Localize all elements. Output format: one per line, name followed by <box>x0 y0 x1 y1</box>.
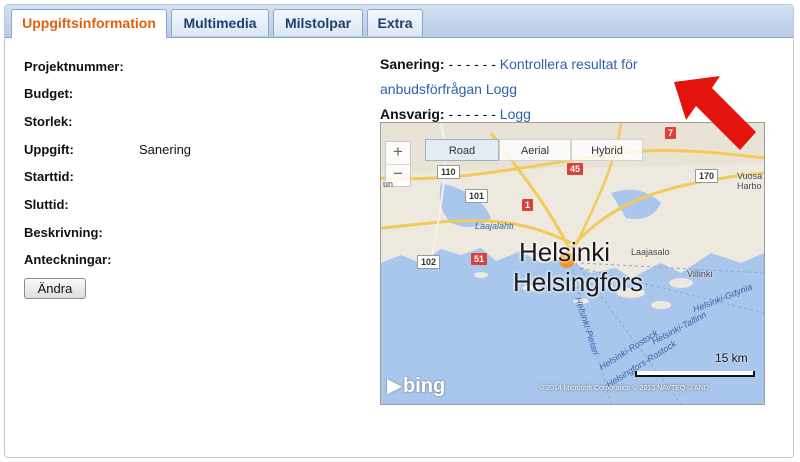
map-island <box>474 272 488 278</box>
map-type-hybrid[interactable]: Hybrid <box>571 139 643 161</box>
map-island <box>669 278 693 288</box>
tab-uppgiftsinformation[interactable]: Uppgiftsinformation <box>11 9 167 38</box>
map-copyright: © 2014 Microsoft Corporation © 2010 NAVT… <box>539 385 709 392</box>
route-45: 45 <box>567 163 584 175</box>
water-laajalahti: Laajalahti <box>475 221 514 231</box>
sanering-label: Sanering: <box>380 56 445 72</box>
place-laajasalo: Laajasalo <box>631 247 670 257</box>
tab-extra[interactable]: Extra <box>367 9 423 36</box>
bing-b-icon: ▶ <box>387 375 403 397</box>
route-51: 51 <box>471 253 488 265</box>
bing-logo: ▶bing <box>387 373 445 399</box>
starttid-label: Starttid: <box>24 169 74 184</box>
route-170: 170 <box>695 169 719 183</box>
projektnummer-label: Projektnummer: <box>24 59 124 74</box>
andra-button[interactable]: Ändra <box>24 278 86 299</box>
route-1: 1 <box>522 199 534 211</box>
place-vuosa: Vuosa <box>737 171 763 181</box>
zoom-in-button[interactable]: + <box>386 142 410 165</box>
sanering-line: Sanering: - - - - - - Kontrollera result… <box>380 56 638 72</box>
map-type-aerial[interactable]: Aerial <box>499 139 571 161</box>
route-110: 110 <box>437 165 460 179</box>
city-helsingfors: Helsingfors <box>513 267 644 297</box>
tab-multimedia[interactable]: Multimedia <box>171 9 269 36</box>
scale-label: 15 km <box>715 351 748 365</box>
kontrollera-resultat-link[interactable]: Kontrollera resultat för <box>500 56 638 72</box>
map-type-road[interactable]: Road <box>425 139 499 161</box>
tab-milstolpar[interactable]: Milstolpar <box>273 9 363 36</box>
anteckningar-label: Anteckningar: <box>24 252 112 267</box>
route-101: 101 <box>465 189 489 203</box>
ansvarig-logg-link[interactable]: Logg <box>500 106 531 122</box>
route-102: 102 <box>417 255 441 269</box>
annotation-arrow-icon <box>674 76 756 150</box>
place-un: un <box>383 179 394 189</box>
ansvarig-label: Ansvarig: <box>380 106 445 122</box>
anbudsforfragan-logg-link[interactable]: anbudsförfrågan Logg <box>380 81 517 97</box>
uppgift-value: Sanering <box>139 142 192 157</box>
ansvarig-dashes: - - - - - - <box>444 106 500 122</box>
city-helsinki: Helsinki <box>519 237 611 267</box>
place-harbo: Harbo <box>737 181 762 191</box>
scale-bar <box>635 371 755 377</box>
beskrivning-label: Beskrivning: <box>24 225 103 240</box>
sanering-line-2: anbudsförfrågan Logg <box>380 81 517 97</box>
map-island <box>651 301 671 309</box>
sanering-dashes: - - - - - - <box>444 56 500 72</box>
storlek-label: Storlek: <box>24 114 73 129</box>
uppgift-label: Uppgift: <box>24 142 74 157</box>
map-view[interactable]: + − Road Aerial Hybrid 110 101 1 102 51 … <box>380 122 765 405</box>
sluttid-label: Sluttid: <box>24 197 69 212</box>
ansvarig-line: Ansvarig: - - - - - - Logg <box>380 106 531 122</box>
budget-label: Budget: <box>24 86 74 101</box>
bing-wordmark: bing <box>403 375 446 397</box>
tab-bar: Uppgiftsinformation Multimedia Milstolpa… <box>5 5 793 38</box>
place-villinki: Villinki <box>687 269 713 279</box>
